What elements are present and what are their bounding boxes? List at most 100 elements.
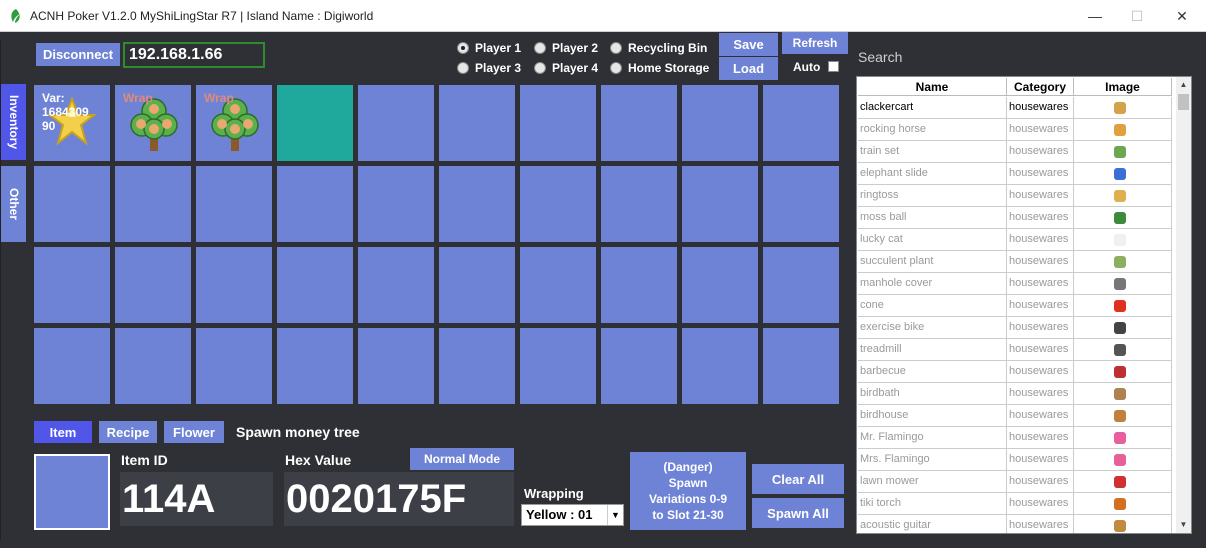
table-row[interactable]: acoustic guitar housewares [858, 515, 1172, 533]
moss-ball-icon [1114, 212, 1126, 224]
inventory-slot-10[interactable] [763, 85, 839, 161]
wrapping-dropdown[interactable]: Yellow : 01 ▼ [521, 504, 624, 526]
close-button[interactable]: ✕ [1167, 4, 1197, 28]
inventory-slot-39[interactable] [682, 328, 758, 404]
column-header-image[interactable]: Image [1074, 78, 1172, 96]
ip-address-input[interactable]: 192.168.1.66 [123, 42, 265, 68]
save-button[interactable]: Save [719, 33, 778, 56]
table-row[interactable]: Mrs. Flamingo housewares [858, 449, 1172, 471]
item-mode-button[interactable]: Item [34, 421, 92, 443]
radio-label: Home Storage [628, 61, 710, 75]
radio-player-2[interactable]: Player 2 [534, 40, 598, 56]
table-row[interactable]: treadmill housewares [858, 339, 1172, 361]
tab-inventory[interactable]: Inventory [1, 84, 26, 160]
table-scrollbar[interactable]: ▲ ▼ [1176, 77, 1191, 533]
inventory-slot-16[interactable] [439, 166, 515, 242]
inventory-slot-30[interactable] [763, 247, 839, 323]
scroll-up-icon[interactable]: ▲ [1176, 77, 1191, 93]
inventory-slot-13[interactable] [196, 166, 272, 242]
table-row[interactable]: rocking horse housewares [858, 119, 1172, 141]
inventory-slot-8[interactable] [601, 85, 677, 161]
search-input[interactable]: Search [856, 46, 1192, 68]
radio-recycling-bin[interactable]: Recycling Bin [610, 40, 707, 56]
inventory-slot-14[interactable] [277, 166, 353, 242]
column-header-category[interactable]: Category [1007, 78, 1074, 96]
inventory-slot-3[interactable]: Wrap [196, 85, 272, 161]
inventory-slot-34[interactable] [277, 328, 353, 404]
inventory-slot-23[interactable] [196, 247, 272, 323]
table-row[interactable]: lawn mower housewares [858, 471, 1172, 493]
table-row[interactable]: cone housewares [858, 295, 1172, 317]
inventory-slot-25[interactable] [358, 247, 434, 323]
inventory-slot-7[interactable] [520, 85, 596, 161]
inventory-slot-29[interactable] [682, 247, 758, 323]
inventory-slot-24[interactable] [277, 247, 353, 323]
inventory-slot-40[interactable] [763, 328, 839, 404]
inventory-slot-12[interactable] [115, 166, 191, 242]
minimize-button[interactable]: — [1080, 4, 1110, 28]
inventory-slot-2[interactable]: Wrap [115, 85, 191, 161]
table-row[interactable]: elephant slide housewares [858, 163, 1172, 185]
inventory-slot-22[interactable] [115, 247, 191, 323]
table-row[interactable]: lucky cat housewares [858, 229, 1172, 251]
scroll-down-icon[interactable]: ▼ [1176, 517, 1191, 533]
inventory-slot-37[interactable] [520, 328, 596, 404]
table-row[interactable]: barbecue housewares [858, 361, 1172, 383]
table-row[interactable]: manhole cover housewares [858, 273, 1172, 295]
inventory-slot-1[interactable]: Var: 1684309 90 [34, 85, 110, 161]
inventory-slot-15[interactable] [358, 166, 434, 242]
load-button[interactable]: Load [719, 57, 778, 80]
inventory-slot-21[interactable] [34, 247, 110, 323]
table-row[interactable]: train set housewares [858, 141, 1172, 163]
inventory-slot-32[interactable] [115, 328, 191, 404]
inventory-slot-9[interactable] [682, 85, 758, 161]
table-row[interactable]: birdhouse housewares [858, 405, 1172, 427]
normal-mode-button[interactable]: Normal Mode [410, 448, 514, 470]
spawn-all-button[interactable]: Spawn All [752, 498, 844, 528]
radio-home-storage[interactable]: Home Storage [610, 60, 709, 76]
table-row[interactable]: tiki torch housewares [858, 493, 1172, 515]
inventory-slot-31[interactable] [34, 328, 110, 404]
table-row[interactable]: birdbath housewares [858, 383, 1172, 405]
hex-value-field[interactable]: 0020175F [284, 472, 514, 526]
inventory-slot-26[interactable] [439, 247, 515, 323]
slot-var-line: 1684309 [42, 105, 89, 119]
table-row[interactable]: exercise bike housewares [858, 317, 1172, 339]
disconnect-button[interactable]: Disconnect [36, 43, 120, 66]
table-row[interactable]: succulent plant housewares [858, 251, 1172, 273]
item-id-field[interactable]: 114A [120, 472, 273, 526]
inventory-slot-18[interactable] [601, 166, 677, 242]
inventory-slot-11[interactable] [34, 166, 110, 242]
inventory-slot-27[interactable] [520, 247, 596, 323]
inventory-slot-38[interactable] [601, 328, 677, 404]
inventory-slot-20[interactable] [763, 166, 839, 242]
table-row[interactable]: Mr. Flamingo housewares [858, 427, 1172, 449]
inventory-slot-17[interactable] [520, 166, 596, 242]
inventory-slot-4[interactable] [277, 85, 353, 161]
flamingo-icon [1114, 454, 1126, 466]
clear-all-button[interactable]: Clear All [752, 464, 844, 494]
scroll-thumb[interactable] [1178, 94, 1189, 110]
table-row[interactable]: ringtoss housewares [858, 185, 1172, 207]
inventory-slot-5[interactable] [358, 85, 434, 161]
inventory-slot-6[interactable] [439, 85, 515, 161]
inventory-slot-19[interactable] [682, 166, 758, 242]
table-row[interactable]: moss ball housewares [858, 207, 1172, 229]
table-row[interactable]: clackercart housewares [858, 97, 1172, 119]
radio-player-1[interactable]: Player 1 [457, 40, 521, 56]
refresh-button[interactable]: Refresh [782, 32, 848, 54]
inventory-slot-28[interactable] [601, 247, 677, 323]
inventory-slot-35[interactable] [358, 328, 434, 404]
tab-other[interactable]: Other [1, 166, 26, 242]
recipe-mode-button[interactable]: Recipe [99, 421, 157, 443]
inventory-slot-36[interactable] [439, 328, 515, 404]
radio-player-4[interactable]: Player 4 [534, 60, 598, 76]
flower-mode-button[interactable]: Flower [164, 421, 224, 443]
cell-name: succulent plant [858, 251, 1007, 273]
column-header-name[interactable]: Name [858, 78, 1007, 96]
maximize-button[interactable]: ☐ [1122, 4, 1152, 28]
auto-checkbox[interactable] [828, 61, 839, 72]
spawn-variations-button[interactable]: (Danger) Spawn Variations 0-9 to Slot 21… [630, 452, 746, 530]
inventory-slot-33[interactable] [196, 328, 272, 404]
radio-player-3[interactable]: Player 3 [457, 60, 521, 76]
